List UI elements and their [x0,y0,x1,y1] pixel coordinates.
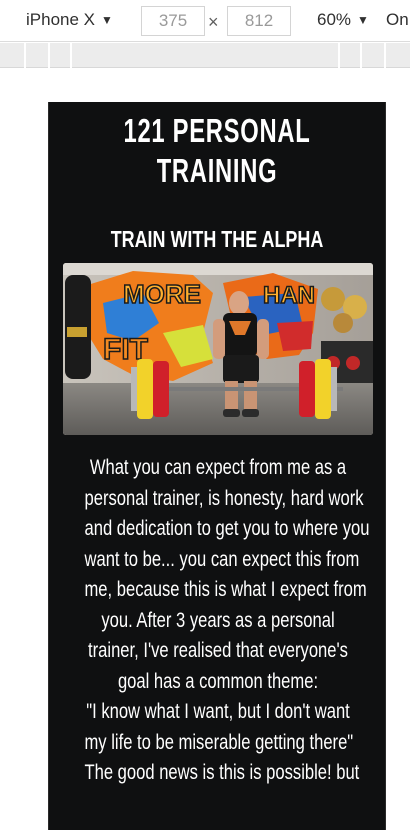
device-select-label: iPhone X [26,10,95,29]
body-line: trainer, I've realised that everyone's [88,639,348,662]
body-line: my life to be miserable getting there" [84,730,354,754]
body-line: want to be... you can expect this from [84,547,360,571]
device-select[interactable]: iPhone X ▼ [26,10,113,30]
body-line: personal trainer, is honesty, hard work [84,486,364,510]
emulated-viewport: 121 PERSONAL TRAINING TRAIN WITH THE ALP… [48,102,386,830]
body-text: What you can expect from me as a persona… [84,453,370,789]
body-line: you. After 3 years as a personal [101,608,335,632]
media-query-divider [70,43,72,68]
throttle-select[interactable]: On [386,10,409,30]
zoom-select-label: 60% [317,10,352,29]
zoom-select[interactable]: 60% ▼ [317,10,369,30]
body-line: The good news is this is possible! but [84,761,360,784]
svg-text:MORE: MORE [123,279,201,309]
device-toolbar: iPhone X ▼ × 60% ▼ On [0,0,410,42]
page-subtitle: TRAIN WITH THE ALPHA [110,226,324,252]
body-line: goal has a common theme: [117,669,319,693]
svg-text:HAN: HAN [263,282,315,309]
throttle-select-label: On [386,10,409,29]
media-query-divider [48,43,50,68]
page-title-line: 121 PERSONAL [123,112,311,149]
page-title: 121 PERSONAL TRAINING [96,111,338,191]
body-line: me, because this is what I expect from [84,578,367,601]
hero-photo: MORE HAN FIT [63,263,373,435]
media-query-divider [338,43,340,68]
body-line: and dedication to get you to where you [84,517,370,540]
media-query-bar[interactable] [0,43,410,68]
caret-down-icon: ▼ [101,13,113,27]
media-query-divider [360,43,362,68]
viewport-width-input[interactable] [141,6,205,36]
dimension-separator: × [208,12,219,32]
body-line: What you can expect from me as a [89,456,347,479]
media-query-divider [24,43,26,68]
media-query-divider [384,43,386,68]
page-title-line: TRAINING [156,152,278,189]
body-line: "I know what I want, but I don't want [86,700,350,723]
caret-down-icon: ▼ [357,13,369,27]
hero-image: MORE HAN FIT [63,263,373,435]
viewport-height-input[interactable] [227,6,291,36]
